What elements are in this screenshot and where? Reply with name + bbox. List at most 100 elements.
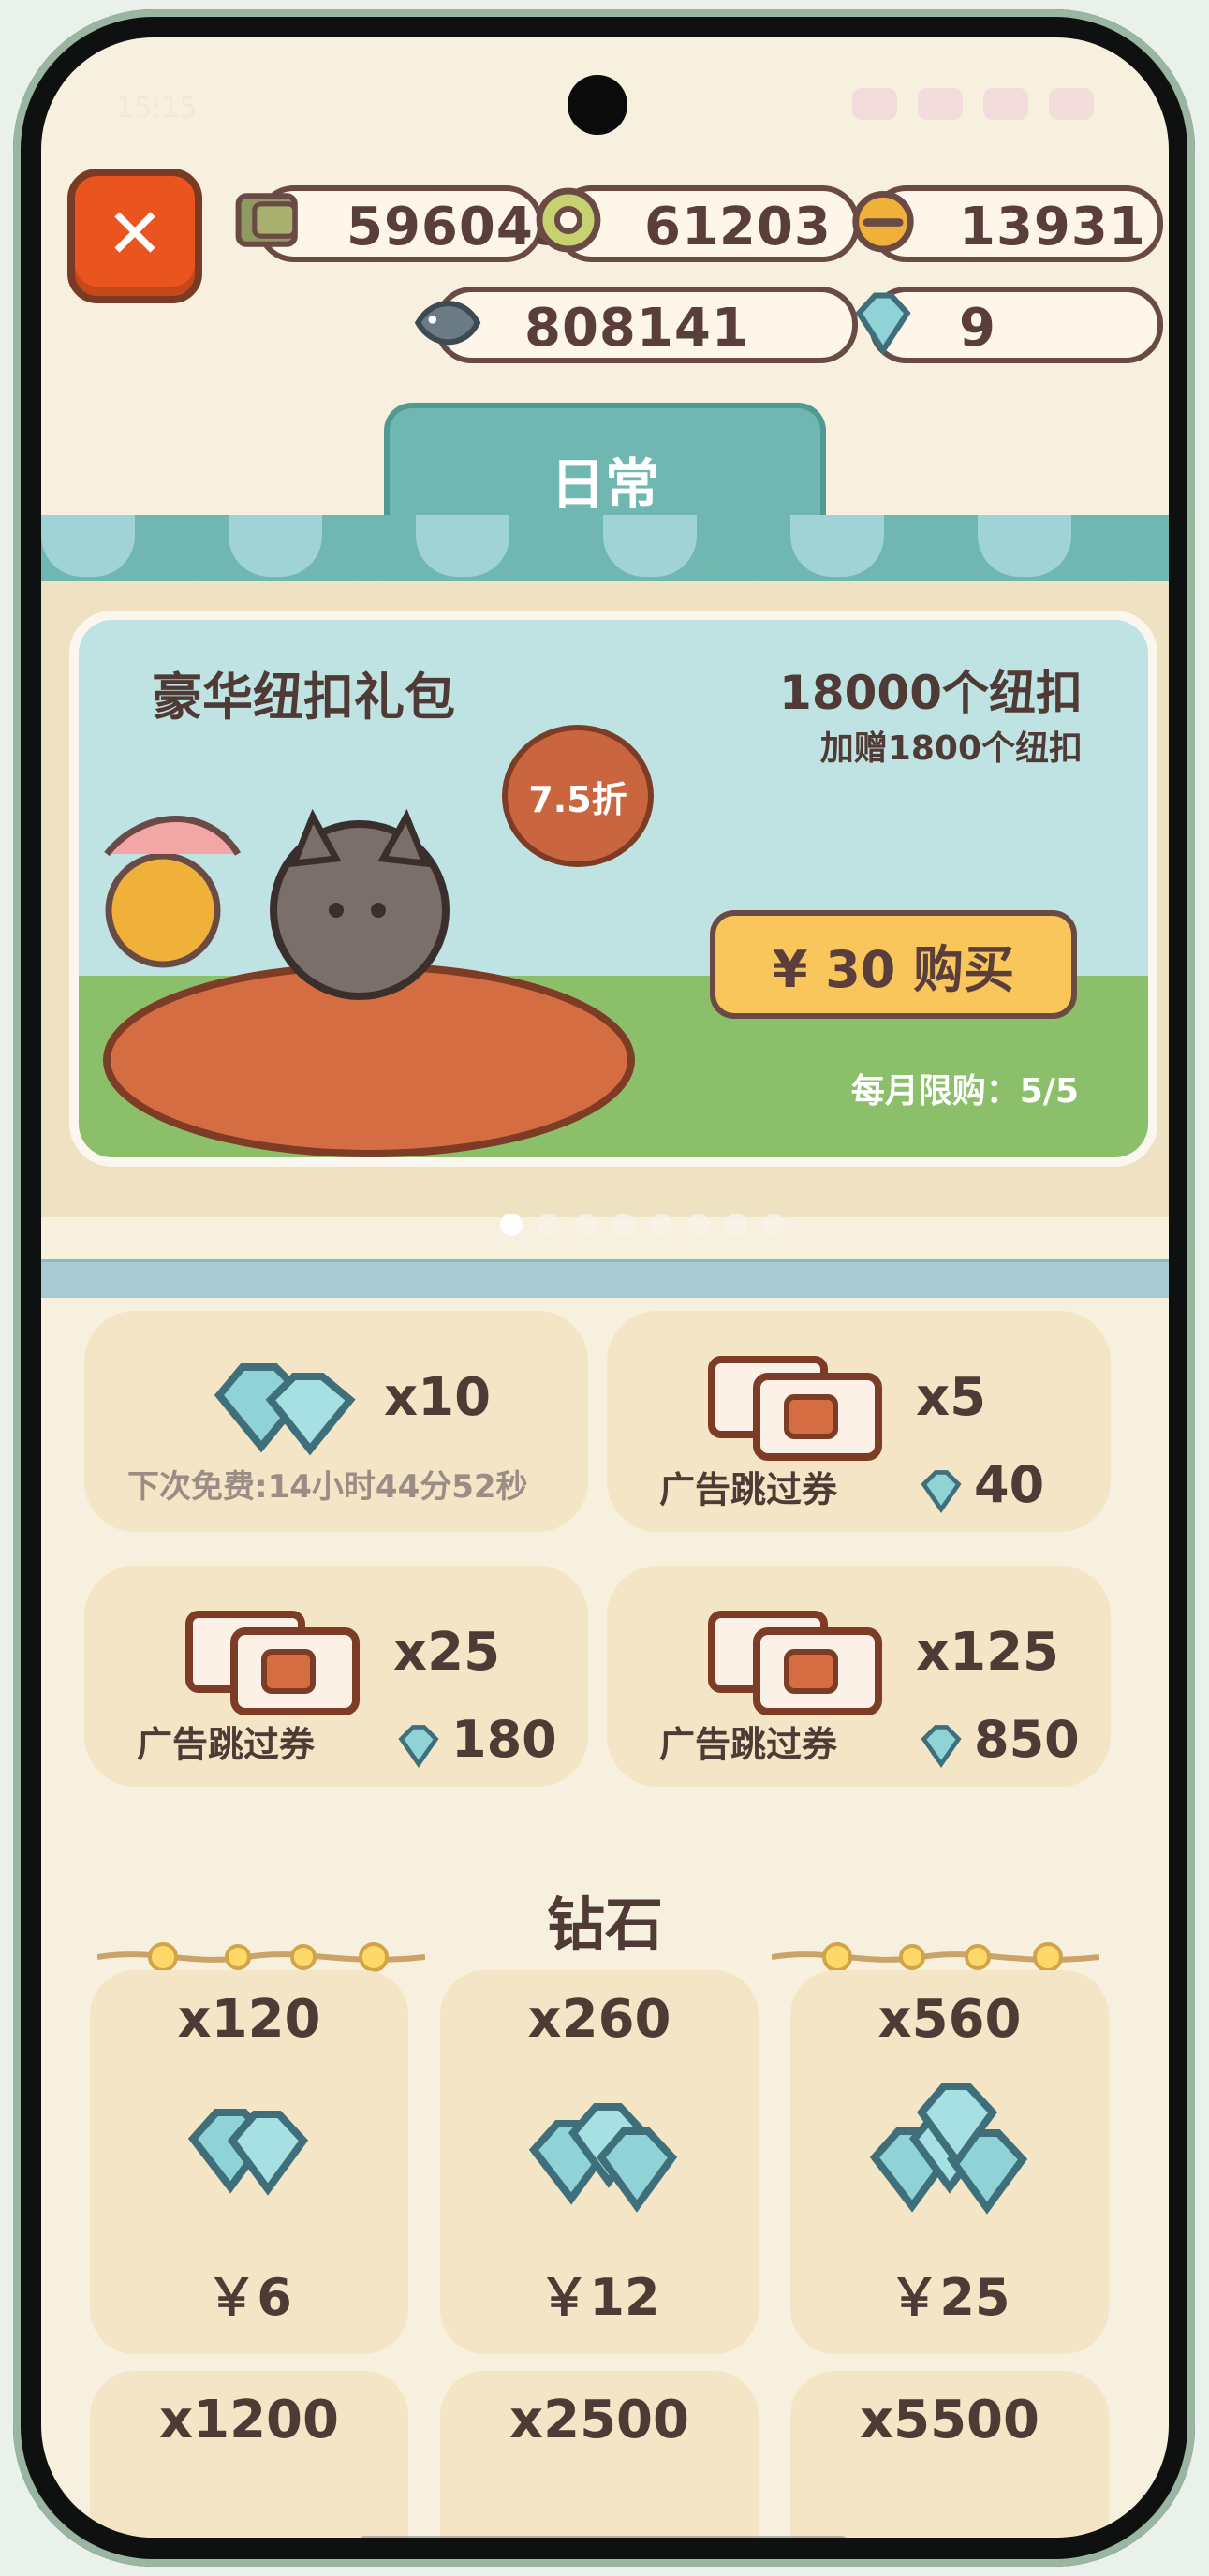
diamond-icon [855, 292, 911, 356]
awning [41, 515, 1169, 581]
diamond-icon [921, 1725, 962, 1768]
diamond-pack-card[interactable]: x120 ￥6 [90, 1970, 408, 2354]
banner-illustration [103, 808, 635, 1157]
tab-daily[interactable]: 日常 [384, 403, 826, 521]
offer-label: 广告跳过券 [659, 1469, 838, 1510]
diamond-pack-card[interactable]: x1200 [90, 2371, 408, 2538]
diamond-icon [921, 1470, 962, 1513]
home-indicator[interactable] [360, 2536, 847, 2538]
pager-dot[interactable] [762, 1214, 785, 1236]
pager-dot[interactable] [725, 1214, 747, 1236]
phone-frame: 15:15 ✕ 596043 61203 13931 808141 9 日常 豪… [0, 0, 1209, 2576]
diamond-pack-card[interactable]: x560 ￥25 [790, 1970, 1109, 2354]
pager-dot[interactable] [650, 1214, 672, 1236]
diamond-pack-qty: x2500 [509, 2390, 689, 2451]
diamond-pack-price: ￥25 [889, 2268, 1010, 2327]
currency-value: 808141 [524, 298, 749, 359]
battery-icon [1049, 88, 1094, 120]
buy-button[interactable]: ¥ 30 购买 [710, 910, 1077, 1019]
currency-pill-fish: 808141 [414, 287, 858, 363]
offer-price: 850 [974, 1710, 1080, 1769]
offer-label: 广告跳过券 [659, 1724, 838, 1765]
diamond-pack-qty: x260 [527, 1989, 671, 2050]
network-icon [918, 88, 963, 120]
currency-value: 13931 [959, 197, 1146, 258]
awning-stripe [603, 515, 697, 577]
pager-dot[interactable] [687, 1214, 710, 1236]
diamond-pack-price: ￥12 [538, 2268, 660, 2327]
fish-icon [414, 301, 481, 346]
wifi-icon [983, 88, 1028, 120]
offer-card-ad-ticket-125[interactable]: x125 广告跳过券 850 [607, 1566, 1111, 1787]
offer-qty: x10 [384, 1367, 492, 1428]
donut-icon [536, 187, 601, 253]
diamond-icon [398, 1725, 439, 1768]
diamond-pack-price: ￥6 [206, 2268, 292, 2327]
pager-dot[interactable] [575, 1214, 597, 1236]
offer-price: 180 [451, 1710, 557, 1769]
offer-price: 40 [974, 1455, 1045, 1514]
diamond-pack-card[interactable]: x260 ￥12 [440, 1970, 759, 2354]
offer-card-free-diamonds[interactable]: x10 下次免费:14小时44分52秒 [84, 1311, 588, 1532]
currency-value: 9 [959, 298, 996, 359]
currency-value: 61203 [644, 197, 832, 258]
character-illustration [104, 816, 241, 968]
awning-stripe [978, 515, 1071, 577]
awning-stripe [1071, 515, 1165, 577]
awning-stripe [884, 515, 978, 577]
banner-title: 豪华纽扣礼包 [152, 668, 455, 727]
diamond-pack-card[interactable]: x2500 [440, 2371, 759, 2538]
pager-dot[interactable] [538, 1214, 560, 1236]
close-button[interactable]: ✕ [67, 169, 202, 303]
awning-stripe [790, 515, 884, 577]
close-icon: ✕ [105, 194, 164, 274]
diamond-icon [869, 2083, 1028, 2215]
monthly-limit: 每月限购：5/5 [850, 1072, 1079, 1111]
status-icons [852, 88, 1094, 120]
awning-stripe [41, 515, 135, 577]
diamond-icon [214, 1363, 356, 1456]
status-time: 15:15 [116, 92, 198, 125]
awning-stripe [135, 515, 229, 577]
pager-dot[interactable] [500, 1214, 523, 1236]
diamond-icon [528, 2103, 678, 2213]
diamond-pack-qty: x1200 [159, 2390, 339, 2451]
screen: 15:15 ✕ 596043 61203 13931 808141 9 日常 豪… [41, 37, 1169, 2538]
free-timer: 下次免费:14小时44分52秒 [127, 1468, 528, 1506]
awning-stripe [697, 515, 790, 577]
buy-label: ¥ 30 购买 [772, 939, 1015, 999]
offer-card-ad-ticket-5[interactable]: x5 广告跳过券 40 [607, 1311, 1111, 1532]
wallet-icon [235, 193, 298, 247]
diamond-pack-card[interactable]: x5500 [790, 2371, 1109, 2538]
banner-amount: 18000个纽扣 [779, 666, 1083, 720]
diamond-pack-qty: x120 [177, 1989, 321, 2050]
banner-bonus: 加赠1800个纽扣 [819, 729, 1083, 768]
shelf-rail [41, 1259, 1169, 1298]
currency-pill-diamond: 9 [855, 287, 1163, 363]
awning-stripe [322, 515, 416, 577]
currency-pill-donut: 61203 [536, 185, 860, 262]
offer-qty: x25 [393, 1622, 501, 1683]
diamond-icon [187, 2109, 309, 2196]
offer-card-ad-ticket-25[interactable]: x25 广告跳过券 180 [84, 1566, 588, 1787]
bell-icon [852, 191, 914, 253]
awning-stripe [416, 515, 509, 577]
ad-ticket-icon [708, 1611, 882, 1715]
promo-banner[interactable]: 豪华纽扣礼包 18000个纽扣 加赠1800个纽扣 7.5折 ¥ 30 购买 每… [69, 611, 1157, 1167]
diamond-pack-qty: x5500 [860, 2390, 1039, 2451]
banner-pager [500, 1214, 785, 1236]
currency-pill-bell: 13931 [852, 185, 1163, 262]
awning-stripe [509, 515, 603, 577]
offer-label: 广告跳过券 [137, 1724, 316, 1765]
tab-label: 日常 [550, 452, 659, 516]
signal-icon [852, 88, 897, 120]
awning-stripe [229, 515, 322, 577]
pager-dot[interactable] [612, 1214, 635, 1236]
cat-illustration [270, 808, 450, 1000]
currency-pill-cash: 596043 [235, 185, 570, 262]
front-camera [568, 75, 627, 135]
offer-qty: x5 [916, 1367, 987, 1428]
ad-ticket-icon [185, 1611, 360, 1715]
offer-qty: x125 [916, 1622, 1060, 1683]
ad-ticket-icon [708, 1356, 882, 1461]
